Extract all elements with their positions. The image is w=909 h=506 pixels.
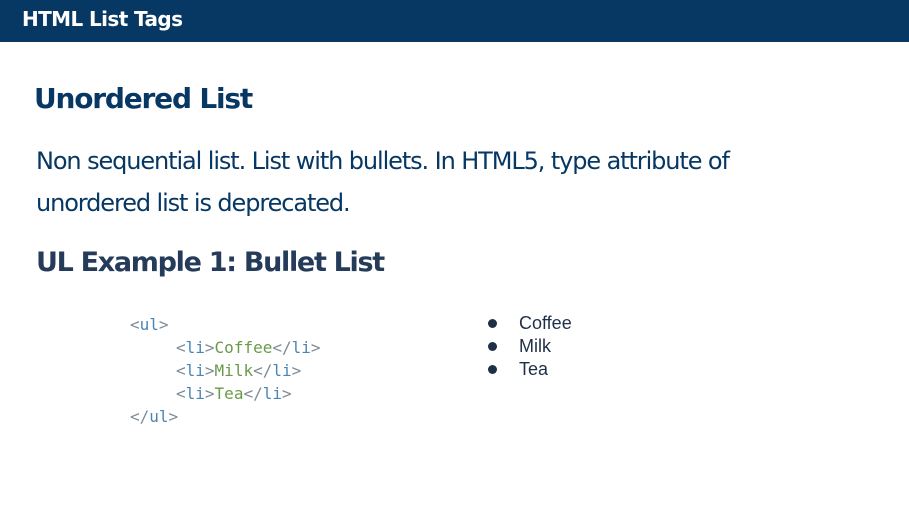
example-title: UL Example 1: Bullet List — [36, 247, 385, 278]
section-title: Unordered List — [34, 82, 253, 115]
code-tag: li — [262, 384, 282, 403]
code-tag: li — [185, 338, 205, 357]
code-example: <ul> <li>Coffee</li> <li>Milk</li> <li>T… — [130, 313, 321, 428]
list-item-label: Milk — [519, 336, 551, 356]
header-bar: HTML List Tags — [0, 0, 909, 42]
bullet-icon — [488, 319, 497, 328]
code-line-open-ul: <ul> — [130, 315, 169, 334]
list-item-label: Tea — [519, 359, 549, 379]
code-tag: li — [291, 338, 311, 357]
list-item: Tea — [488, 358, 572, 381]
section-description: Non sequential list. List with bullets. … — [36, 140, 836, 224]
code-line-li: <li>Milk</li> — [176, 361, 302, 380]
code-tag: li — [185, 361, 205, 380]
header-title: HTML List Tags — [22, 7, 183, 31]
rendered-bullet-list: Coffee Milk Tea — [488, 312, 572, 381]
bullet-icon — [488, 365, 497, 374]
description-line: unordered list is deprecated. — [36, 189, 351, 217]
code-tag: li — [272, 361, 292, 380]
code-text: Tea — [214, 384, 244, 403]
list-item-label: Coffee — [519, 313, 572, 333]
code-line-li: <li>Coffee</li> — [176, 338, 321, 357]
code-text: Coffee — [214, 338, 273, 357]
list-item: Coffee — [488, 312, 572, 335]
list-item: Milk — [488, 335, 572, 358]
code-tag: li — [185, 384, 205, 403]
code-tag: ul — [139, 315, 159, 334]
code-line-close-ul: </ul> — [130, 407, 179, 426]
code-tag: ul — [149, 407, 169, 426]
description-line: Non sequential list. List with bullets. … — [36, 147, 730, 175]
code-line-li: <li>Tea</li> — [176, 384, 292, 403]
bullet-icon — [488, 342, 497, 351]
code-text: Milk — [214, 361, 254, 380]
